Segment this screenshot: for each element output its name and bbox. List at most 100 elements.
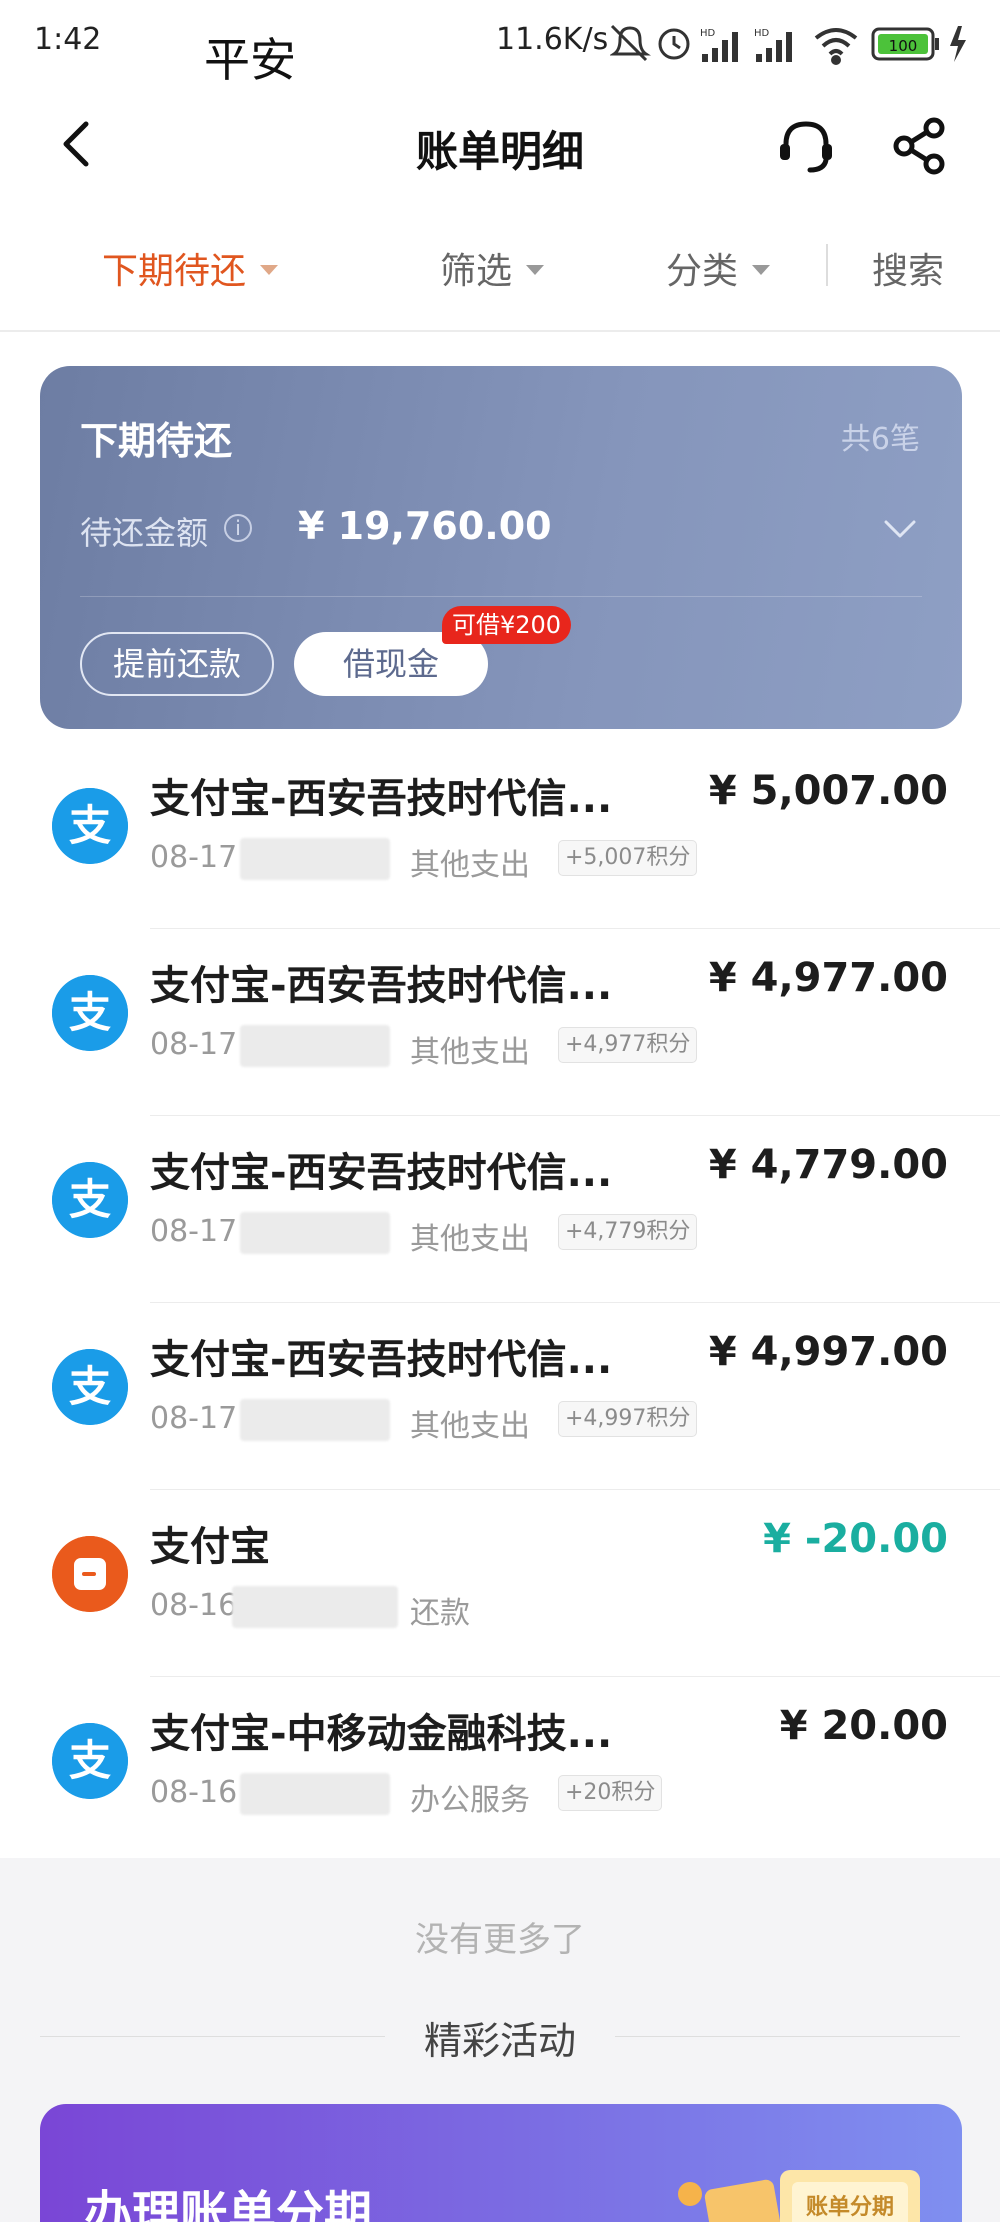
caret-down-icon [752, 265, 771, 275]
alipay-icon: 支 [52, 1162, 128, 1238]
repayment-icon [52, 1536, 128, 1612]
svg-text:HD: HD [700, 28, 716, 39]
points-badge: +4,997积分 [558, 1401, 698, 1437]
points-badge: +5,007积分 [558, 840, 698, 876]
transaction-date: 08-17 [150, 1401, 238, 1436]
bill-installment-illustration: 账单分期 [678, 2170, 920, 2222]
status-icons: HD HD 100 [610, 24, 966, 65]
summary-title: 下期待还 [80, 419, 233, 463]
svg-text:账单分期: 账单分期 [806, 2195, 894, 2220]
no-more-text: 没有更多了 [415, 1920, 585, 1960]
transaction-amount: ¥ -20.00 [763, 1516, 948, 1562]
merchant-name: 支付宝 [150, 1524, 270, 1570]
merchant-name: 支付宝-西安吾技时代信... [150, 1337, 613, 1383]
svg-text:支: 支 [69, 988, 111, 1037]
svg-text:支: 支 [69, 1736, 111, 1785]
filter-label: 分类 [666, 251, 739, 292]
transaction-date: 08-17 [150, 840, 238, 875]
share-icon[interactable] [888, 114, 952, 178]
network-speed: 11.6K/s [496, 22, 609, 57]
transaction-row[interactable]: 支付宝 ¥ -20.00 08-16 还款 [0, 1490, 1000, 1677]
amount-label: 待还金额 [80, 514, 209, 552]
transaction-row[interactable]: 支 支付宝-西安吾技时代信... ¥ 4,997.00 08-17 其他支出 +… [0, 1303, 1000, 1490]
transaction-amount: ¥ 4,977.00 [708, 955, 948, 1001]
transaction-category: 其他支出 [410, 1035, 530, 1070]
signal-2-icon: HD [754, 28, 792, 62]
signal-1-icon: HD [700, 28, 738, 62]
filter-category[interactable]: 分类 [666, 242, 771, 294]
page-title: 账单明细 [415, 127, 584, 176]
filter-label: 筛选 [440, 251, 513, 292]
transaction-category: 其他支出 [410, 1222, 530, 1257]
caret-down-icon [526, 265, 545, 275]
alipay-icon: 支 [52, 788, 128, 864]
filter-divider [826, 244, 828, 286]
transaction-category: 办公服务 [410, 1783, 530, 1818]
redacted-detail [240, 1025, 390, 1067]
transaction-amount: ¥ 4,997.00 [708, 1329, 948, 1375]
transaction-category: 其他支出 [410, 848, 530, 883]
svg-text:HD: HD [754, 28, 770, 39]
nav-bar: 账单明细 [0, 90, 1000, 200]
wifi-icon [814, 28, 858, 65]
merchant-name: 支付宝-西安吾技时代信... [150, 776, 613, 822]
filter-screen[interactable]: 筛选 [440, 242, 545, 294]
card-divider [80, 596, 922, 597]
redacted-detail [240, 838, 390, 880]
status-bar: 1:42 平安 11.6K/s HD HD 100 [0, 0, 1000, 90]
divider-line [615, 2036, 960, 2037]
redacted-detail [240, 1399, 390, 1441]
mute-bell-icon [610, 24, 651, 62]
filter-label: 下期待还 [102, 251, 247, 292]
merchant-name: 支付宝-西安吾技时代信... [150, 1150, 613, 1196]
redacted-detail [240, 1773, 390, 1815]
caret-down-icon [260, 265, 279, 275]
alarm-icon [658, 28, 690, 60]
customer-service-icon[interactable] [774, 114, 838, 178]
alipay-icon: 支 [52, 1723, 128, 1799]
points-badge: +4,779积分 [558, 1214, 698, 1250]
filter-bar: 下期待还 筛选 分类 搜索 [0, 200, 1000, 332]
merchant-name: 支付宝-中移动金融科技... [150, 1711, 613, 1757]
transaction-date: 08-16 [150, 1588, 238, 1623]
borrow-limit-badge: 可借¥200 [442, 606, 572, 644]
promo-title: 办理账单分期 [84, 2186, 373, 2222]
transaction-row[interactable]: 支 支付宝-中移动金融科技... ¥ 20.00 08-16 办公服务 +20积… [0, 1677, 1000, 1864]
next-due-summary-card: 下期待还 共6笔 待还金额 i ¥ 19,760.00 提前还款 借现金 可借¥… [40, 366, 962, 729]
svg-text:支: 支 [69, 801, 111, 850]
svg-text:支: 支 [69, 1175, 111, 1224]
transaction-row[interactable]: 支 支付宝-西安吾技时代信... ¥ 4,779.00 08-17 其他支出 +… [0, 1116, 1000, 1303]
svg-text:支: 支 [69, 1362, 111, 1411]
due-amount: ¥ 19,760.00 [298, 504, 552, 548]
points-badge: +20积分 [558, 1775, 663, 1811]
merchant-name: 支付宝-西安吾技时代信... [150, 963, 613, 1009]
charging-icon [950, 26, 966, 62]
transaction-date: 08-16 [150, 1775, 238, 1810]
transaction-category: 还款 [410, 1596, 470, 1631]
events-title: 精彩活动 [423, 2019, 576, 2063]
transaction-amount: ¥ 20.00 [779, 1703, 948, 1749]
redacted-detail [240, 1212, 390, 1254]
transaction-category: 其他支出 [410, 1409, 530, 1444]
prepay-button[interactable]: 提前还款 [80, 632, 274, 696]
transaction-date: 08-17 [150, 1027, 238, 1062]
transaction-row[interactable]: 支 支付宝-西安吾技时代信... ¥ 4,977.00 08-17 其他支出 +… [0, 929, 1000, 1116]
points-badge: +4,977积分 [558, 1027, 698, 1063]
search-button[interactable]: 搜索 [872, 242, 944, 294]
status-time: 1:42 [34, 22, 102, 57]
list-footer: 没有更多了 精彩活动 办理账单分期 账单分期 [0, 1858, 1000, 2222]
transaction-list: 支 支付宝-西安吾技时代信... ¥ 5,007.00 08-17 其他支出 +… [0, 742, 1000, 1864]
svg-text:100: 100 [889, 37, 918, 55]
status-carrier: 平安 [204, 33, 296, 87]
filter-next-due[interactable]: 下期待还 [102, 242, 279, 294]
battery-icon: 100 [871, 27, 939, 61]
alipay-icon: 支 [52, 975, 128, 1051]
bill-count: 共6笔 [840, 422, 920, 457]
transaction-row[interactable]: 支 支付宝-西安吾技时代信... ¥ 5,007.00 08-17 其他支出 +… [0, 742, 1000, 929]
chevron-down-icon[interactable] [880, 508, 920, 548]
alipay-icon: 支 [52, 1349, 128, 1425]
info-icon[interactable]: i [224, 514, 252, 542]
transaction-date: 08-17 [150, 1214, 238, 1249]
transaction-amount: ¥ 4,779.00 [708, 1142, 948, 1188]
installment-promo-banner[interactable]: 办理账单分期 账单分期 [40, 2104, 962, 2222]
